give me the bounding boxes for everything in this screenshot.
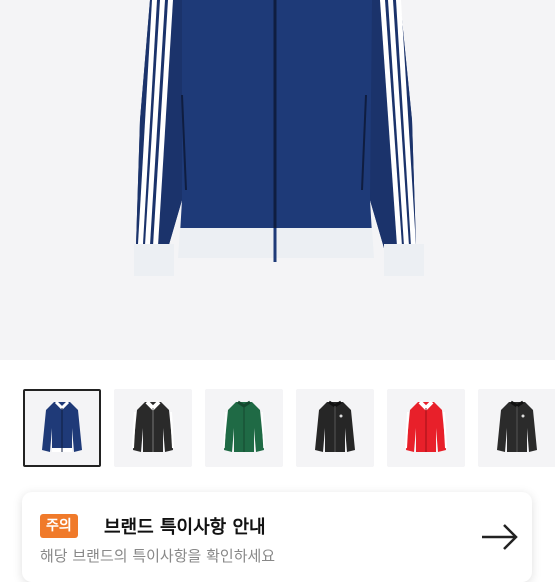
thumbnail-black-white-jacket[interactable] [114,389,192,467]
thumbnail-strip [0,388,555,470]
notice-title: 브랜드 특이사항 안내 [104,517,266,538]
jacket-icon [42,400,82,452]
jacket-icon [223,400,265,452]
jacket-illustration [134,0,424,276]
warning-badge: 주의 [40,514,78,538]
brand-notice-card[interactable]: 주의 브랜드 특이사항 안내 해당 브랜드의 특이사항을 확인하세요 [22,492,532,582]
jacket-icon [497,400,537,452]
jacket-icon [315,400,355,452]
thumbnail-navy-jacket[interactable] [23,389,101,467]
product-main-image[interactable] [0,0,555,360]
arrow-right-icon[interactable] [480,522,520,552]
thumbnail-dark-jacket[interactable] [478,389,555,467]
jacket-icon [132,400,174,452]
thumbnail-black-jacket[interactable] [296,389,374,467]
thumbnail-red-jacket[interactable] [387,389,465,467]
notice-subtitle: 해당 브랜드의 특이사항을 확인하세요 [40,547,276,565]
jacket-icon [405,400,447,452]
thumbnail-green-jacket[interactable] [205,389,283,467]
